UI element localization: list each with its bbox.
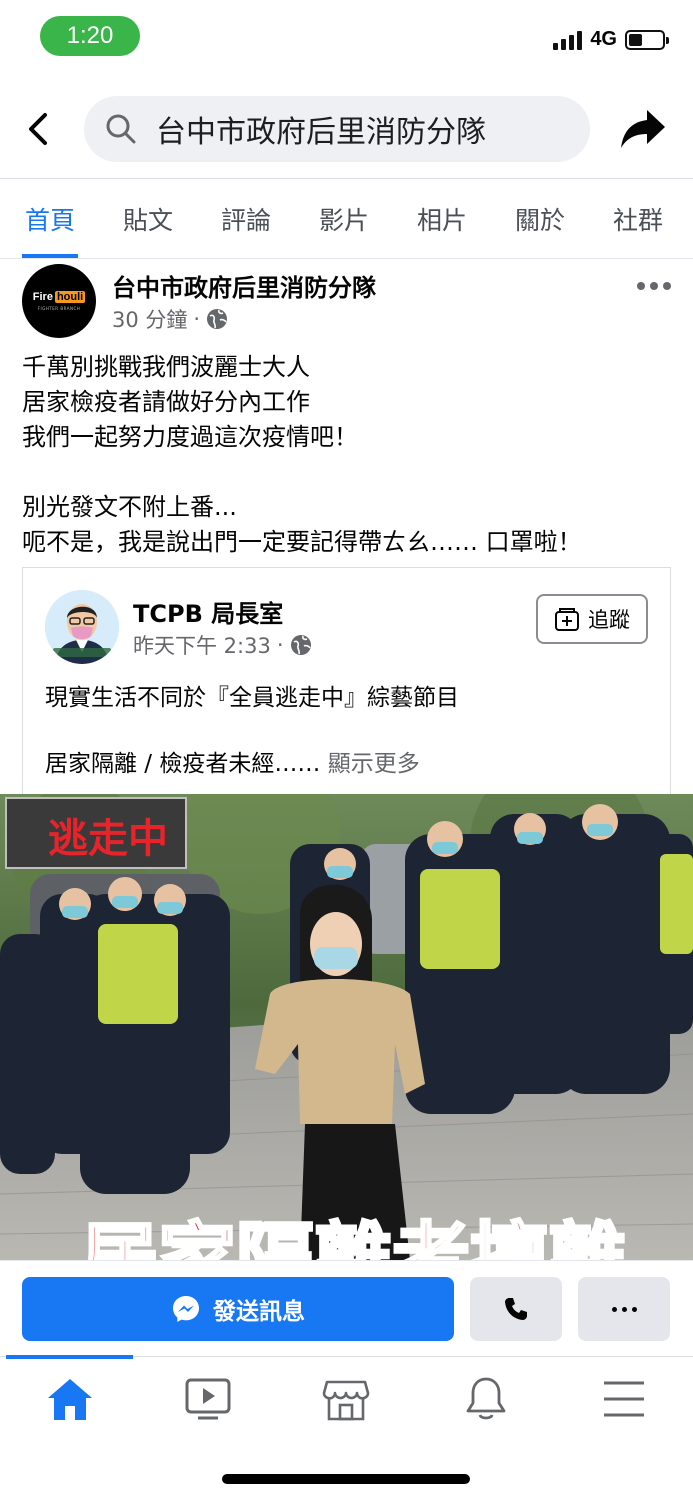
logo-fire-text: Fire (32, 291, 53, 303)
image-logo-text: 逃走中 (48, 816, 168, 862)
tab-photos[interactable]: 相片 (414, 180, 470, 258)
search-header: 台中市政府后里消防分隊 (0, 82, 693, 178)
search-query: 台中市政府后里消防分隊 (156, 115, 486, 150)
image-banner-text: 居家隔離者擅離 (80, 1215, 626, 1260)
nav-watch[interactable] (178, 1373, 238, 1425)
avatar[interactable] (45, 590, 119, 664)
globe-icon (290, 635, 311, 655)
bottom-navigation (0, 1355, 693, 1440)
home-indicator[interactable] (222, 1474, 470, 1484)
shared-text: 現實生活不同於『全員逃走中』綜藝節目 (45, 685, 459, 711)
marketplace-icon (322, 1380, 370, 1421)
post-text-line: 呃不是，我是說出門一定要記得帶ㄊㄠ…… 口罩啦！ (22, 528, 582, 556)
post-text-line: 千萬別挑戰我們波麗士大人 (22, 353, 310, 381)
post-text-line (22, 455, 672, 490)
dot (650, 282, 658, 290)
signal-icon (553, 30, 583, 50)
see-more-link[interactable]: 顯示更多 (328, 751, 420, 777)
shared-author[interactable]: TCPB 局長室 (133, 594, 283, 629)
status-bar: 1:20 4G (0, 0, 693, 80)
post-text: 千萬別挑戰我們波麗士大人 居家檢疫者請做好分內工作 我們一起努力度過這次疫情吧！… (22, 350, 672, 560)
tab-home[interactable]: 首頁 (22, 180, 78, 258)
dot (611, 1306, 617, 1312)
phone-icon (505, 1298, 527, 1320)
more-actions-button[interactable] (578, 1277, 670, 1341)
shared-text-truncated: 居家隔離 / 檢疫者未經…… 顯示更多 (45, 744, 420, 778)
post-text-line: 我們一起努力度過這次疫情吧！ (22, 423, 358, 451)
meta-separator: · (276, 633, 284, 657)
post-author[interactable]: 台中市政府后里消防分隊 (112, 268, 376, 303)
tab-reviews[interactable]: 評論 (218, 180, 274, 258)
shared-text-line: 居家隔離 / 檢疫者未經…… (45, 751, 321, 777)
chevron-left-icon (29, 113, 47, 145)
back-button[interactable] (18, 104, 58, 154)
follow-button[interactable]: 追蹤 (536, 594, 648, 644)
post-text-line: 別光發文不附上番... (22, 493, 237, 521)
follow-label: 追蹤 (588, 608, 630, 632)
tab-videos[interactable]: 影片 (316, 180, 372, 258)
search-icon (106, 114, 136, 144)
battery-icon (625, 29, 669, 50)
post-meta: 30 分鐘 · (112, 304, 228, 334)
follow-icon (555, 608, 579, 631)
post-image[interactable]: 逃走中 居家隔離者擅離 (0, 794, 693, 1260)
nav-notifications[interactable] (456, 1373, 516, 1425)
tab-posts[interactable]: 貼文 (120, 180, 176, 258)
send-message-label: 發送訊息 (213, 1299, 305, 1325)
logo-subtitle: FIGHTER BRANCH (37, 306, 81, 311)
bell-icon (466, 1377, 506, 1420)
shared-post-card[interactable]: TCPB 局長室 昨天下午 2:33 · 追蹤 現實生活不同於『全員逃走中』綜藝 (22, 567, 671, 795)
globe-icon (207, 309, 228, 329)
dot (621, 1306, 627, 1312)
post-options-button[interactable] (637, 280, 671, 292)
nav-marketplace[interactable] (316, 1373, 376, 1425)
shared-meta: 昨天下午 2:33 · (133, 630, 312, 660)
facebook-page-screen: 1:20 4G 台中市政府后里消防分隊 首頁 貼文 評論 影片 相片 關於 社群… (0, 0, 693, 1501)
search-input[interactable]: 台中市政府后里消防分隊 (84, 96, 590, 162)
post-text-line: 居家檢疫者請做好分內工作 (22, 388, 310, 416)
status-time: 1:20 (40, 16, 140, 56)
share-icon[interactable] (619, 106, 667, 152)
send-message-button[interactable]: 發送訊息 (22, 1277, 454, 1341)
nav-home[interactable] (40, 1373, 100, 1425)
running-scene-image: 逃走中 居家隔離者擅離 (0, 794, 693, 1260)
avatar[interactable]: Fire houli FIGHTER BRANCH (22, 264, 96, 338)
tabs-divider (0, 258, 693, 259)
dot (637, 282, 645, 290)
active-tab-indicator (6, 1355, 133, 1359)
status-indicators: 4G (553, 28, 669, 51)
page-tabs: 首頁 貼文 評論 影片 相片 關於 社群 (0, 180, 693, 258)
menu-icon (604, 1381, 644, 1417)
avatar-logo: Fire houli (32, 291, 86, 303)
messenger-icon (173, 1296, 199, 1322)
video-icon (185, 1378, 231, 1420)
person-masked-avatar-image (45, 590, 119, 664)
tab-about[interactable]: 關於 (512, 180, 568, 258)
home-icon (48, 1379, 92, 1420)
network-type: 4G (590, 28, 617, 50)
tab-community[interactable]: 社群 (610, 180, 666, 258)
meta-separator: · (193, 307, 201, 331)
dot (663, 282, 671, 290)
post-time[interactable]: 30 分鐘 (112, 304, 187, 334)
logo-houli-text: houli (54, 291, 86, 303)
nav-menu[interactable] (594, 1373, 654, 1425)
header-divider (0, 178, 693, 179)
page-action-bar: 發送訊息 (0, 1260, 693, 1358)
dot (631, 1306, 637, 1312)
shared-time[interactable]: 昨天下午 2:33 (133, 630, 271, 660)
call-button[interactable] (470, 1277, 562, 1341)
